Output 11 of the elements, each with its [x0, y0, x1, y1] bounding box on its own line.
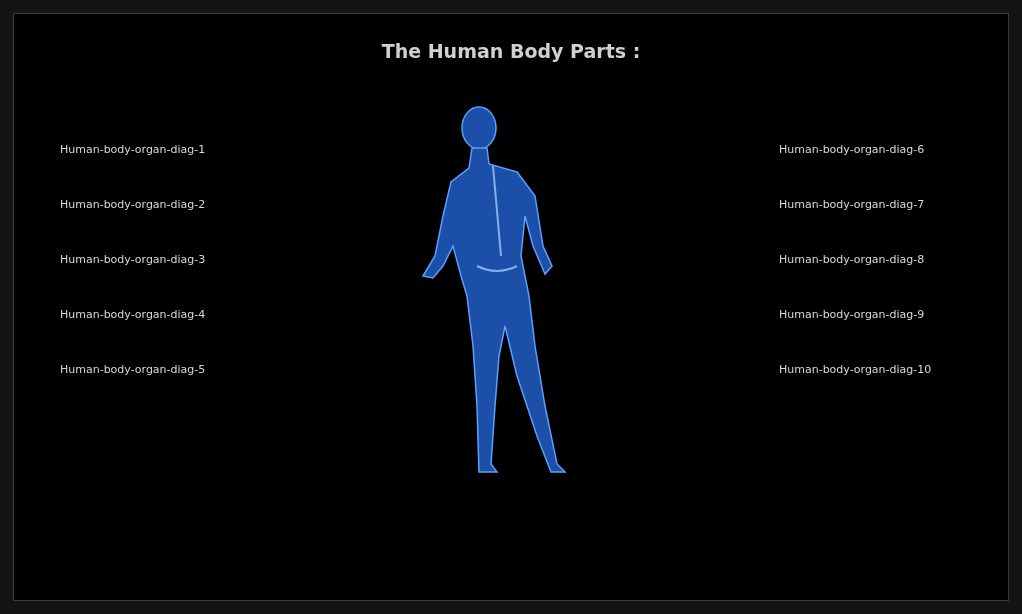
organ-label: Human-body-organ-diag-2	[60, 197, 207, 213]
organ-label: Human-body-organ-diag-3	[60, 252, 207, 268]
organ-label: Human-body-organ-diag-1	[60, 142, 207, 158]
organ-label: Human-body-organ-diag-5	[60, 362, 207, 378]
page-title: The Human Body Parts :	[381, 39, 641, 64]
organ-label: Human-body-organ-diag-10	[779, 362, 932, 378]
organ-label: Human-body-organ-diag-4	[60, 307, 207, 323]
organ-label: Human-body-organ-diag-8	[779, 252, 926, 268]
organ-label: Human-body-organ-diag-7	[779, 197, 926, 213]
organ-label: Human-body-organ-diag-9	[779, 307, 926, 323]
organ-label: Human-body-organ-diag-6	[779, 142, 926, 158]
